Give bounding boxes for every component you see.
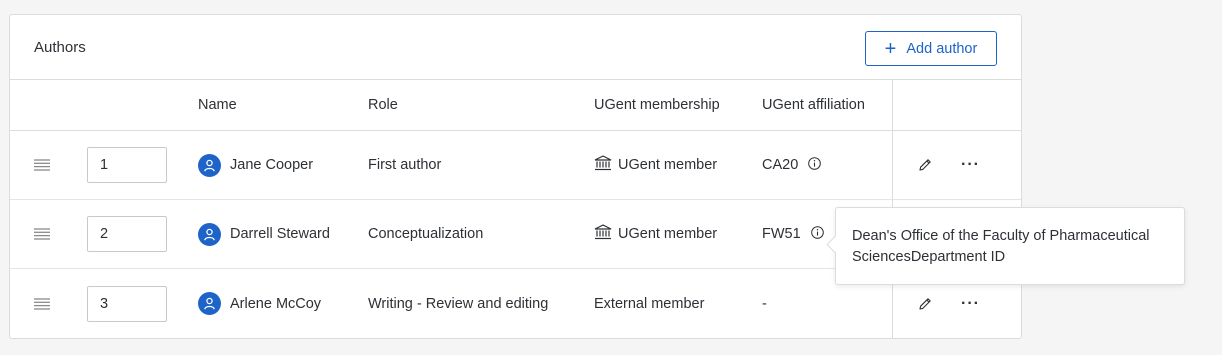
actions-header	[892, 80, 1022, 130]
institution-icon	[594, 224, 612, 244]
position-input[interactable]	[87, 285, 167, 322]
add-author-label: Add author	[906, 40, 978, 57]
position-input[interactable]	[87, 216, 167, 252]
column-header-role: Role	[368, 97, 398, 113]
membership-label: UGent member	[618, 226, 718, 242]
author-name: Arlene McCoy	[230, 295, 322, 312]
position-input[interactable]	[87, 147, 167, 183]
drag-handle-icon[interactable]	[34, 269, 54, 338]
author-role: First author	[368, 157, 442, 173]
card-header: Authors + Add author	[10, 15, 1021, 80]
membership-label: External member	[594, 295, 705, 312]
membership-label: UGent member	[618, 157, 718, 173]
drag-handle-icon[interactable]	[34, 131, 54, 199]
card-title: Authors	[34, 39, 86, 56]
column-header-name: Name	[198, 97, 237, 113]
column-header-affiliation: UGent affiliation	[762, 97, 865, 113]
author-name: Darrell Steward	[230, 226, 330, 242]
avatar-icon	[198, 292, 221, 315]
plus-icon: +	[884, 37, 897, 60]
info-icon[interactable]	[810, 225, 824, 243]
edit-pencil-icon[interactable]	[917, 131, 933, 199]
avatar-icon	[198, 153, 221, 177]
affiliation-code: FW51	[762, 226, 801, 242]
column-header-membership: UGent membership	[594, 97, 720, 113]
table-header-row: Name Role UGent membership UGent affilia…	[10, 80, 1021, 131]
authors-card: Authors + Add author Name Role UGent mem…	[9, 14, 1022, 339]
affiliation-tooltip: Dean's Office of the Faculty of Pharmace…	[835, 207, 1185, 285]
avatar-icon	[198, 222, 221, 246]
info-icon[interactable]	[808, 156, 822, 174]
author-name: Jane Cooper	[230, 157, 314, 173]
add-author-button[interactable]: + Add author	[865, 31, 997, 66]
institution-icon	[594, 155, 612, 175]
affiliation-code: CA20	[762, 157, 799, 173]
more-options-icon[interactable]: ···	[961, 131, 980, 199]
affiliation-code: -	[762, 295, 767, 312]
table-row: Jane Cooper First author UGent member CA…	[10, 131, 1021, 200]
author-role: Writing - Review and editing	[368, 295, 549, 312]
author-role: Conceptualization	[368, 226, 484, 242]
drag-handle-icon[interactable]	[34, 200, 54, 268]
